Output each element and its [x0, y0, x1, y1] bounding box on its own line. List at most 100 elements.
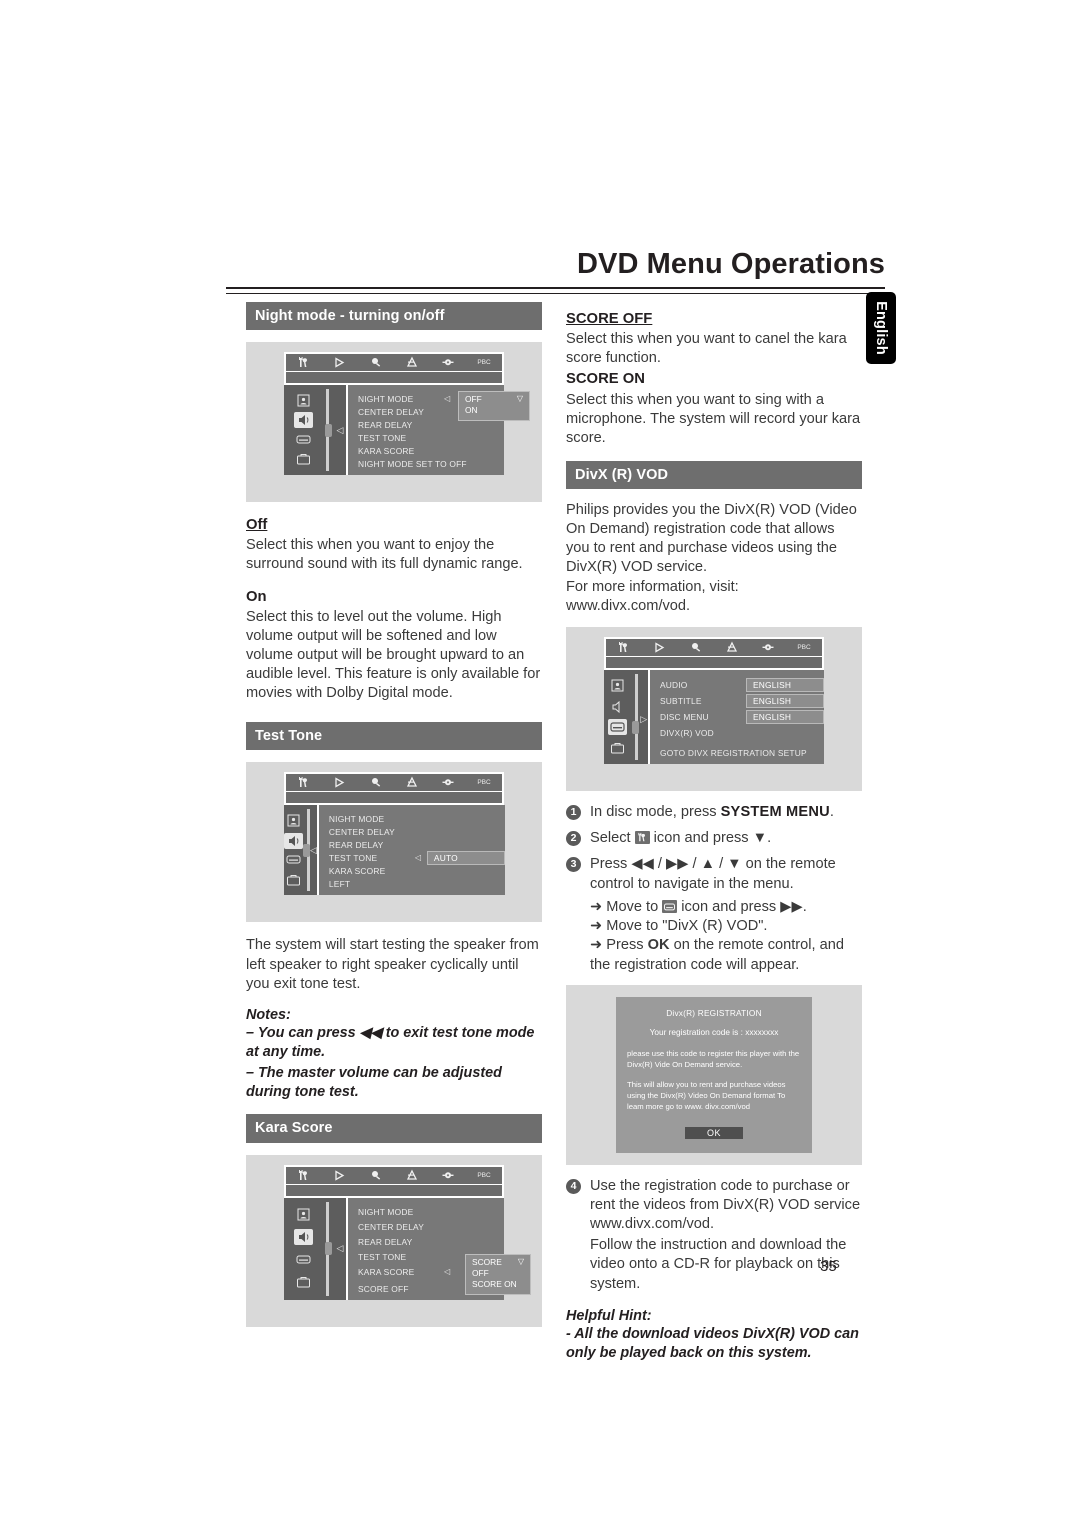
osd-menu-item[interactable]: DISC MENU ENGLISH — [660, 709, 824, 725]
video-setup-icon — [607, 719, 627, 736]
osd-scrollbar[interactable] — [630, 669, 640, 764]
step-text: In disc mode, press SYSTEM MENU. — [590, 804, 834, 820]
osd-menu-label: AUDIO — [660, 679, 688, 690]
scroll-knob[interactable] — [303, 843, 310, 857]
osd-screenshot-kara-score: PBC ◁ NIGHT MODE CENTER DELAY REAR DELAY… — [246, 1154, 542, 1327]
scroll-knob[interactable] — [631, 721, 639, 735]
osd-top-bar: PBC — [604, 636, 824, 670]
osd-option-popup[interactable]: SCORE OFF ▽ SCORE ON — [465, 1253, 531, 1295]
osd-body: ◁ NIGHT MODE CENTER DELAY REAR DELAY TES… — [284, 805, 505, 896]
sub-step-suffix: icon and press ▶▶. — [677, 898, 807, 915]
left-column: Night mode - turning on/off PBC ◁ NIGHT … — [246, 302, 542, 1327]
osd-menu-item[interactable]: KARA SCORE — [358, 444, 504, 457]
helpful-hint-label: Helpful Hint: — [566, 1307, 652, 1324]
step-text-after: . — [829, 803, 834, 820]
osd-sidebar — [284, 1197, 322, 1300]
osd-menu-label: DISC MENU — [660, 711, 709, 722]
play-icon — [331, 1169, 349, 1182]
osd-menu-item[interactable]: KARA SCORE — [329, 864, 505, 877]
tools-icon — [295, 776, 313, 789]
chevron-down-icon: ▽ — [517, 1256, 524, 1266]
osd-sub-bar — [606, 655, 822, 668]
osd-main-panel: NIGHT MODE CENTER DELAY REAR DELAY TEST … — [316, 805, 505, 896]
osd-option-item[interactable]: SCORE OFF ▽ — [472, 1257, 524, 1280]
audio-setup-icon — [608, 699, 627, 715]
osd-screenshot-test-tone: PBC ◁ NIGHT MODE CENTER DELAY REAR DELAY… — [246, 762, 542, 923]
general-setup-icon — [284, 813, 303, 829]
registration-dialog: Divx(R) REGISTRATION Your registration c… — [616, 996, 812, 1153]
display-icon — [759, 641, 777, 654]
osd-icon-row: PBC — [286, 354, 502, 371]
osd-menu-item[interactable]: NIGHT MODE — [358, 1205, 504, 1220]
osd-scrollbar[interactable] — [322, 1197, 334, 1300]
step-bold: SYSTEM MENU — [720, 803, 830, 820]
osd-menu-label: KARA SCORE — [328, 865, 386, 876]
step-4: 4 Use the registration code to purchase … — [566, 1177, 862, 1235]
osd-menu-list: AUDIO ENGLISH SUBTITLE ENGLISH DISC MENU EN… — [650, 677, 824, 741]
score-off-description: Select this when you want to canel the k… — [566, 331, 847, 367]
notes-label: Notes: — [246, 1006, 291, 1023]
osd-row-value[interactable]: ENGLISH — [746, 677, 824, 692]
display-icon — [439, 776, 457, 789]
score-on-description: Select this when you want to sing with a… — [566, 391, 861, 446]
osd-sidebar — [604, 669, 631, 764]
osd-menu-item[interactable]: AUDIO ENGLISH — [660, 677, 824, 693]
osd-menu-item[interactable]: DIVX(R) VOD — [660, 725, 824, 741]
note-item: – You can press ◀◀ to exit test tone mod… — [246, 1024, 535, 1060]
osd-menu-item[interactable]: CENTER DELAY — [329, 825, 505, 838]
osd-menu-label: NIGHT MODE — [358, 393, 414, 404]
video-setup-icon — [284, 852, 303, 868]
osd-option-item[interactable]: OFF ▽ — [465, 394, 523, 405]
osd-row-value[interactable]: AUTO — [426, 850, 505, 865]
osd-option-popup[interactable]: OFF ▽ ON — [458, 391, 530, 421]
osd-sidebar — [284, 805, 303, 896]
scroll-knob[interactable] — [324, 423, 332, 437]
osd-scrollbar[interactable] — [303, 805, 310, 896]
osd-menu-label: REAR DELAY — [358, 1236, 413, 1247]
section-header-test-tone: Test Tone — [246, 722, 542, 751]
step-3: 3 Press ◀◀ / ▶▶ / ▲ / ▼ on the remote co… — [566, 855, 862, 894]
display-icon — [439, 1169, 457, 1182]
osd-menu-item[interactable]: NIGHT MODE — [329, 812, 505, 825]
osd-scrollbar[interactable] — [322, 385, 334, 476]
right-column: SCORE OFF Select this when you want to c… — [566, 302, 862, 1365]
osd-row-caret-icon: ◁ — [444, 1267, 451, 1277]
osd-right-caret-icon: ▷ — [639, 669, 648, 764]
osd-menu-item[interactable]: TEST TONE ◁ AUTO — [329, 850, 505, 865]
subheading-off: Off — [246, 517, 268, 534]
osd-menu-item[interactable]: CENTER DELAY — [358, 1220, 504, 1235]
osd-status-text: LEFT — [328, 879, 351, 890]
sound-icon — [367, 1169, 385, 1182]
preference-icon — [723, 641, 741, 654]
osd-option-item[interactable]: SCORE ON — [472, 1279, 524, 1290]
osd-row-value[interactable]: ENGLISH — [746, 709, 824, 724]
osd-menu-label: NIGHT MODE — [328, 813, 385, 824]
subheading-on: On — [246, 588, 267, 605]
osd-menu-item[interactable]: SUBTITLE ENGLISH — [660, 693, 824, 709]
scroll-knob[interactable] — [324, 1242, 332, 1256]
osd-menu-label: DIVX(R) VOD — [660, 727, 714, 738]
ok-button[interactable]: OK — [684, 1126, 743, 1139]
step-1: 1 In disc mode, press SYSTEM MENU. — [566, 803, 862, 822]
osd-row-value[interactable]: ENGLISH — [746, 693, 824, 708]
audio-setup-icon — [284, 832, 303, 849]
osd-screenshot-night-mode: PBC ◁ NIGHT MODE ◁ CENTER DELAY REAR DEL… — [246, 342, 542, 503]
divx-registration-dialog-screenshot: Divx(R) REGISTRATION Your registration c… — [566, 984, 862, 1165]
osd-screenshot-divx: PBC ▷ AUDIO ENGLISH SUBTITLE ENGLISH DIS… — [566, 626, 862, 791]
osd-body: ▷ AUDIO ENGLISH SUBTITLE ENGLISH DISC MENU… — [604, 669, 824, 764]
osd-status-text: GOTO DIVX REGISTRATION SETUP — [660, 747, 807, 758]
step-number: 2 — [566, 831, 581, 847]
off-description: Select this when you want to enjoy the s… — [246, 537, 523, 573]
osd-menu-label: REAR DELAY — [358, 419, 413, 430]
preference-icon — [403, 356, 421, 369]
dialog-code-line: Your registration code is : xxxxxxxx — [649, 1026, 779, 1037]
osd-menu-item[interactable]: REAR DELAY — [358, 1235, 504, 1250]
osd-menu-item[interactable]: REAR DELAY — [329, 838, 505, 851]
step-2: 2 Select icon and press ▼. — [566, 829, 862, 848]
osd-icon-row: PBC — [286, 774, 502, 791]
page-number: 35 — [820, 1258, 837, 1275]
audio-setup-icon — [293, 1229, 313, 1246]
osd-option-item[interactable]: ON — [465, 405, 523, 416]
language-tab: English — [866, 292, 896, 364]
osd-menu-item[interactable]: TEST TONE — [358, 431, 504, 444]
